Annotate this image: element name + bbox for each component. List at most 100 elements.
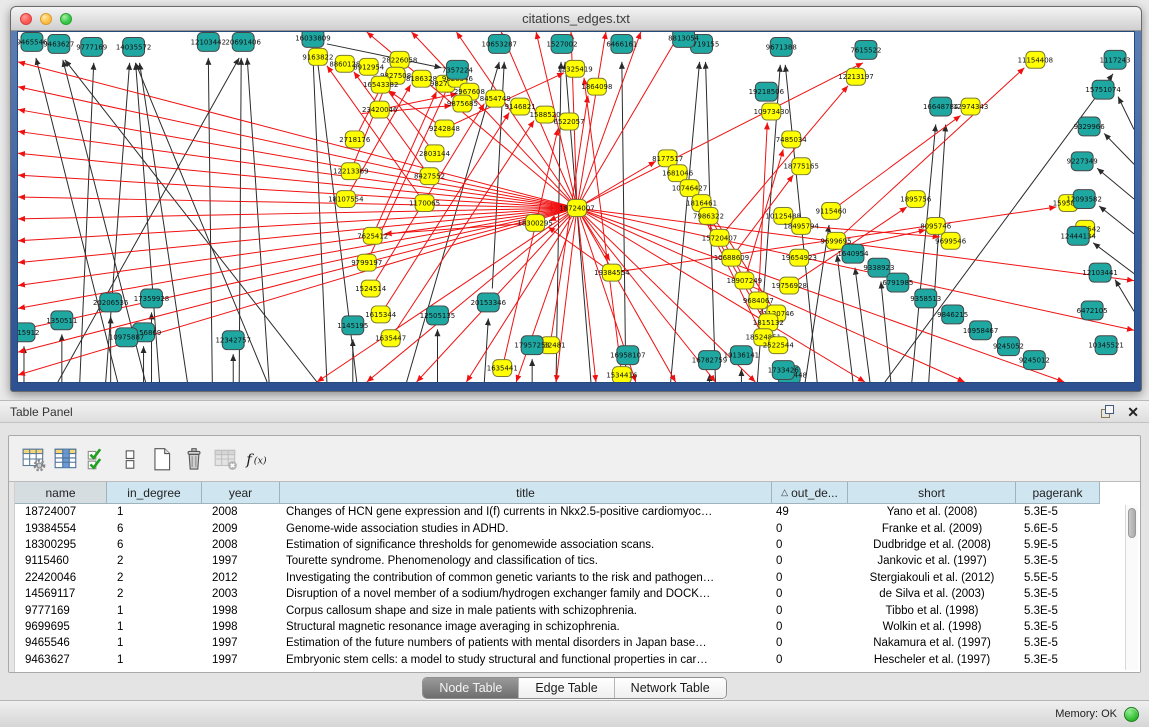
graph-edge[interactable]: [1118, 97, 1134, 130]
column-header-name[interactable]: name: [15, 482, 107, 504]
graph-node[interactable]: 1534416: [606, 367, 637, 382]
column-header-in-degree[interactable]: in_degree: [107, 482, 202, 504]
select-columns-icon[interactable]: [83, 445, 113, 473]
table-cell[interactable]: 1998: [202, 619, 280, 635]
window-titlebar[interactable]: citations_edges.txt: [11, 7, 1141, 31]
graph-edge[interactable]: [1099, 206, 1134, 234]
show-columns-icon[interactable]: [51, 445, 81, 473]
graph-node[interactable]: 9699546: [935, 232, 966, 249]
column-header-out-de-[interactable]: △out_de...: [772, 482, 848, 504]
float-panel-icon[interactable]: [1100, 404, 1115, 419]
graph-node[interactable]: 1733426: [768, 361, 799, 380]
table-cell[interactable]: 5.5E-5: [1016, 570, 1100, 586]
close-panel-icon[interactable]: ✕: [1127, 405, 1139, 419]
table-cell[interactable]: Tibbo et al. (1998): [848, 602, 1016, 618]
create-column-icon[interactable]: [147, 445, 177, 473]
graph-edge[interactable]: [18, 131, 577, 208]
graph-node[interactable]: 8427552: [414, 168, 445, 185]
table-row[interactable]: 969969511998Structural magnetic resonanc…: [15, 619, 1140, 635]
graph-node[interactable]: 17359928: [134, 289, 169, 308]
graph-edge[interactable]: [18, 197, 577, 208]
tab-edge-table[interactable]: Edge Table: [519, 678, 614, 698]
graph-edge[interactable]: [18, 110, 577, 208]
table-cell[interactable]: 0: [772, 602, 848, 618]
table-cell[interactable]: Hescheler et al. (1997): [848, 652, 1016, 668]
graph-edge[interactable]: [577, 32, 641, 208]
table-cell[interactable]: 9777169: [15, 602, 107, 618]
graph-node[interactable]: 10973430: [754, 103, 789, 120]
graph-node[interactable]: 16782759: [692, 351, 727, 370]
table-cell[interactable]: Stergiakouli et al. (2012): [848, 570, 1016, 586]
table-row[interactable]: 946554611997Estimation of the future num…: [15, 635, 1140, 651]
graph-node[interactable]: 8177517: [652, 150, 683, 167]
table-row[interactable]: 1872400712008Changes of HCN gene express…: [15, 504, 1140, 520]
memory-status-indicator[interactable]: [1124, 707, 1139, 722]
graph-node[interactable]: 10653287: [482, 34, 517, 53]
graph-node[interactable]: 6791985: [882, 273, 913, 292]
table-cell[interactable]: 5.9E-5: [1016, 537, 1100, 553]
graph-edge[interactable]: [881, 282, 891, 382]
graph-node[interactable]: 12325419: [557, 60, 592, 77]
tab-network-table[interactable]: Network Table: [615, 678, 726, 698]
graph-node[interactable]: 1145195: [337, 316, 368, 335]
table-cell[interactable]: 1: [107, 619, 202, 635]
table-row[interactable]: 2242004622012Investigating the contribut…: [15, 570, 1140, 586]
graph-node[interactable]: 9245052: [993, 337, 1024, 356]
graph-node[interactable]: 3915912: [18, 323, 39, 342]
table-cell[interactable]: 6: [107, 537, 202, 553]
graph-node[interactable]: 20153346: [471, 293, 506, 312]
graph-edge[interactable]: [577, 208, 1064, 382]
table-cell[interactable]: 5.3E-5: [1016, 619, 1100, 635]
graph-node[interactable]: 12505135: [420, 306, 455, 325]
graph-node[interactable]: 16958107: [610, 346, 645, 365]
graph-node[interactable]: 1350511: [46, 311, 77, 330]
graph-node[interactable]: 9242848: [429, 120, 460, 137]
table-cell[interactable]: 19384554: [15, 520, 107, 536]
table-row[interactable]: 911546021997Tourette syndrome. Phenomeno…: [15, 553, 1140, 569]
table-cell[interactable]: 9699695: [15, 619, 107, 635]
graph-node[interactable]: 7625412: [357, 227, 388, 244]
table-row[interactable]: 1456911722003Disruption of a novel membe…: [15, 586, 1140, 602]
table-cell[interactable]: 1: [107, 652, 202, 668]
table-cell[interactable]: Genome-wide association studies in ADHD.: [280, 520, 772, 536]
table-cell[interactable]: 22420046: [15, 570, 107, 586]
graph-node[interactable]: 10345521: [1088, 336, 1123, 355]
graph-edge[interactable]: [929, 124, 946, 382]
delete-table-icon[interactable]: [211, 445, 241, 473]
table-cell[interactable]: Structural magnetic resonance image aver…: [280, 619, 772, 635]
graph-node[interactable]: 12213197: [838, 68, 873, 85]
graph-edge[interactable]: [65, 60, 317, 382]
table-cell[interactable]: Dudbridge et al. (2008): [848, 537, 1016, 553]
graph-edge[interactable]: [18, 208, 577, 263]
table-cell[interactable]: 5.6E-5: [1016, 520, 1100, 536]
graph-node[interactable]: 6466161: [606, 34, 637, 53]
graph-node[interactable]: 1635441: [487, 360, 518, 377]
graph-node[interactable]: 1527002: [547, 34, 578, 53]
table-cell[interactable]: Investigating the contribution of common…: [280, 570, 772, 586]
graph-edge[interactable]: [855, 268, 870, 382]
table-cell[interactable]: Yano et al. (2008): [848, 504, 1016, 520]
graph-node[interactable]: 9463627: [43, 34, 74, 53]
graph-node[interactable]: 9671388: [766, 37, 797, 56]
graph-edge[interactable]: [516, 208, 577, 382]
table-cell[interactable]: Franke et al. (2009): [848, 520, 1016, 536]
table-cell[interactable]: 2009: [202, 520, 280, 536]
table-cell[interactable]: 0: [772, 652, 848, 668]
table-cell[interactable]: Estimation of significance thresholds fo…: [280, 537, 772, 553]
table-cell[interactable]: 18300295: [15, 537, 107, 553]
graph-edge[interactable]: [317, 208, 577, 382]
graph-node[interactable]: 18775165: [783, 158, 818, 175]
graph-edge[interactable]: [622, 62, 626, 382]
table-mode-icon[interactable]: [19, 445, 49, 473]
column-header-short[interactable]: short: [848, 482, 1016, 504]
graph-edge[interactable]: [1104, 133, 1134, 164]
graph-node[interactable]: 12103442: [191, 32, 226, 51]
table-cell[interactable]: 5.3E-5: [1016, 635, 1100, 651]
graph-node[interactable]: 10746427: [672, 180, 707, 197]
table-cell[interactable]: 0: [772, 553, 848, 569]
graph-edge[interactable]: [584, 78, 622, 375]
clear-selection-icon[interactable]: [115, 445, 145, 473]
table-cell[interactable]: Nakamura et al. (1997): [848, 635, 1016, 651]
table-cell[interactable]: 18724007: [15, 504, 107, 520]
function-builder-icon[interactable]: f(x): [243, 445, 273, 473]
